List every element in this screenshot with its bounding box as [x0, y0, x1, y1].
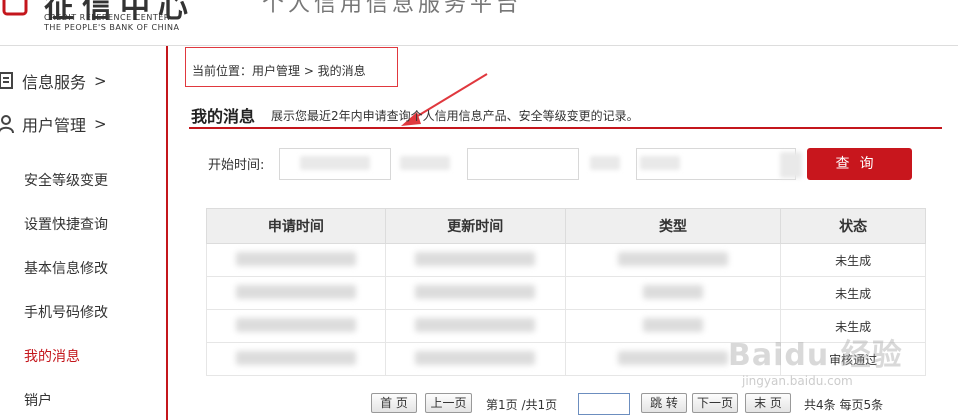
page-title: 我的消息 — [191, 107, 256, 126]
start-time-input[interactable] — [467, 148, 579, 180]
page-number-input[interactable] — [578, 393, 630, 415]
table-row: 未生成 — [206, 276, 926, 310]
next-page-button[interactable]: 下一页 — [692, 393, 738, 413]
table-row: 未生成 — [206, 243, 926, 277]
update-time-cell — [384, 309, 566, 343]
start-time-label: 开始时间: — [208, 158, 265, 173]
credit-center-logo-icon — [0, 0, 36, 16]
baidu-watermark-url: jingyan.baidu.com — [742, 374, 853, 388]
prev-page-button[interactable]: 上一页 — [425, 393, 472, 413]
type-cell — [564, 276, 782, 310]
sidebar-item-security-level[interactable]: 安全等级变更 — [24, 170, 108, 190]
first-page-button[interactable]: 首 页 — [371, 393, 417, 413]
column-header-apply-time: 申请时间 — [206, 208, 386, 244]
column-header-update-time: 更新时间 — [384, 208, 566, 244]
sidebar-group-label: 信息服务 — [22, 73, 87, 92]
search-button[interactable]: 查询 — [807, 148, 912, 180]
table-header-row: 申请时间 更新时间 类型 状态 — [206, 208, 926, 244]
chevron-right-icon: > — [94, 72, 107, 90]
update-time-cell — [384, 276, 566, 310]
last-page-button[interactable]: 末 页 — [745, 393, 791, 413]
page-description: 展示您最近2年内申请查询个人信用信息产品、安全等级变更的记录。 — [271, 109, 639, 123]
baidu-watermark: Baidu 经验 — [728, 338, 903, 373]
breadcrumb: 当前位置：用户管理 > 我的消息 — [185, 47, 398, 87]
column-header-type: 类型 — [564, 208, 782, 244]
sidebar-group-info-service[interactable]: 信息服务 > — [0, 66, 160, 96]
redacted-value — [640, 156, 680, 170]
apply-time-cell — [206, 276, 386, 310]
apply-time-cell — [206, 342, 386, 376]
site-title: 个人信用信息服务平台 — [262, 0, 523, 17]
redacted-value — [590, 156, 620, 170]
site-header: 征信中心 CREDIT REFERENCE CENTER THE PEOPLE'… — [0, 0, 958, 46]
update-time-cell — [384, 342, 566, 376]
sidebar-group-label: 用户管理 — [22, 116, 87, 135]
redacted-value — [780, 152, 802, 178]
sidebar-item-quick-query[interactable]: 设置快捷查询 — [24, 214, 108, 234]
update-time-cell — [384, 243, 566, 277]
sidebar-item-close-account[interactable]: 销户 — [24, 390, 52, 410]
chevron-right-icon: > — [94, 115, 107, 133]
redacted-value — [400, 156, 450, 170]
apply-time-cell — [206, 309, 386, 343]
status-cell: 未生成 — [780, 276, 926, 310]
user-icon — [0, 114, 18, 134]
apply-time-cell — [206, 243, 386, 277]
title-divider — [189, 127, 942, 129]
jump-button[interactable]: 跳 转 — [641, 393, 687, 413]
redacted-value — [300, 156, 370, 170]
sidebar-item-my-messages[interactable]: 我的消息 — [24, 346, 80, 366]
logo-english-line-2: THE PEOPLE'S BANK OF CHINA — [44, 23, 180, 32]
sidebar: 信息服务 > 用户管理 > 安全等级变更 设置快捷查询 基本信息修改 手机号码修… — [0, 46, 168, 420]
type-cell — [564, 243, 782, 277]
sidebar-group-user-management[interactable]: 用户管理 > — [0, 109, 160, 139]
logo-english-line-1: CREDIT REFERENCE CENTER — [44, 13, 170, 22]
document-icon — [0, 71, 18, 91]
column-header-status: 状态 — [780, 208, 926, 244]
total-records: 共4条 每页5条 — [804, 398, 884, 412]
sidebar-item-phone[interactable]: 手机号码修改 — [24, 302, 108, 322]
status-cell: 未生成 — [780, 243, 926, 277]
sidebar-item-basic-info[interactable]: 基本信息修改 — [24, 258, 108, 278]
page-info: 第1页 /共1页 — [486, 398, 558, 412]
